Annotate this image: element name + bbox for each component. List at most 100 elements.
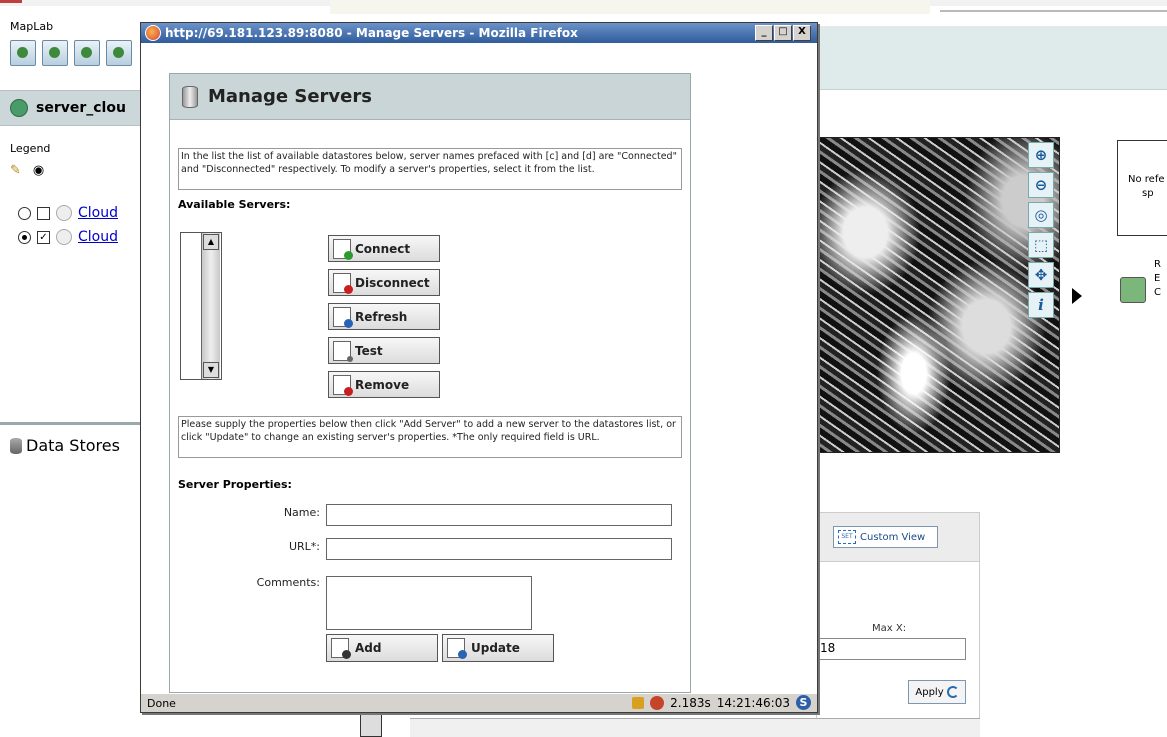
window-title: http://69.181.123.89:8080 - Manage Serve… <box>165 26 578 40</box>
update-label: Update <box>471 641 520 655</box>
disconnect-label: Disconnect <box>355 275 430 290</box>
name-label: Name: <box>283 506 320 519</box>
disconnect-icon <box>333 272 353 294</box>
zoom-out-icon[interactable]: ⊖ <box>1028 172 1054 198</box>
set-view-icon: SET <box>838 530 856 544</box>
side-text: R <box>1154 259 1161 270</box>
reference-layer-icon[interactable] <box>1120 277 1146 303</box>
pan-icon[interactable]: ✥ <box>1028 262 1054 288</box>
minimize-button[interactable]: _ <box>755 25 773 41</box>
lock-icon <box>632 696 645 709</box>
database-icon <box>10 437 22 454</box>
map-tools: ⊕ ⊖ ◎ ⬚ ✥ i <box>1028 142 1054 318</box>
pencil-icon[interactable]: ✎ <box>10 163 21 178</box>
layer-radio[interactable] <box>18 230 31 244</box>
database-icon <box>182 85 198 108</box>
apply-button[interactable]: Apply <box>908 680 966 704</box>
test-icon <box>333 340 353 362</box>
server-list-scrollbar[interactable]: ▲ ▼ <box>201 233 220 379</box>
tool-settings-icon[interactable] <box>106 40 132 66</box>
layer-radio[interactable] <box>18 206 31 220</box>
s-icon[interactable]: S <box>796 695 811 710</box>
firefox-icon <box>145 25 161 41</box>
legend-icons: ✎ ◉ <box>10 163 44 178</box>
refresh-button[interactable]: Refresh <box>328 303 440 330</box>
add-label: Add <box>355 641 382 655</box>
expand-arrow-icon[interactable] <box>1072 288 1082 304</box>
close-button[interactable]: X <box>793 25 811 41</box>
available-servers-label: Available Servers: <box>178 198 291 211</box>
refresh-icon <box>946 686 959 698</box>
layer-link[interactable]: Cloud <box>78 205 118 221</box>
status-bar: Done 2.183s 14:21:46:03 S <box>141 693 817 712</box>
connect-button[interactable]: Connect <box>328 235 440 262</box>
add-button[interactable]: Add <box>326 634 438 662</box>
remove-button[interactable]: Remove <box>328 371 440 398</box>
tool-edit-icon[interactable] <box>10 40 36 66</box>
scroll-up-icon[interactable]: ▲ <box>203 234 219 250</box>
reference-text: sp <box>1142 188 1154 199</box>
data-stores-header: Data Stores <box>10 436 120 455</box>
layer-checkbox[interactable] <box>37 206 50 220</box>
layer-link[interactable]: Cloud <box>78 229 118 245</box>
layer-row: Cloud <box>18 205 118 221</box>
page-title: Manage Servers <box>208 86 372 107</box>
eye-icon[interactable]: ◉ <box>33 163 44 178</box>
remove-icon <box>333 374 353 396</box>
load-time: 2.183s <box>670 695 711 710</box>
globe-icon <box>10 99 28 117</box>
page-content: Manage Servers In the list the list of a… <box>141 43 817 693</box>
zoom-in-icon[interactable]: ⊕ <box>1028 142 1054 168</box>
list-help-text: In the list the list of available datast… <box>178 148 682 190</box>
reference-side-text: R E C <box>1154 258 1161 300</box>
comments-field[interactable] <box>326 576 532 630</box>
data-stores-label: Data Stores <box>26 436 120 455</box>
popup-window: http://69.181.123.89:8080 - Manage Serve… <box>140 22 818 713</box>
refresh-label: Refresh <box>355 309 408 324</box>
max-x-input[interactable]: 18 <box>816 638 966 660</box>
manage-servers-panel: Manage Servers In the list the list of a… <box>169 73 691 693</box>
zoom-full-icon[interactable]: ◎ <box>1028 202 1054 228</box>
firebug-icon[interactable] <box>650 695 665 710</box>
layer-checkbox[interactable]: ✓ <box>37 230 50 244</box>
url-field[interactable] <box>326 538 672 560</box>
name-field[interactable] <box>326 504 672 526</box>
server-list[interactable]: ▲ ▼ <box>180 232 222 380</box>
window-titlebar[interactable]: http://69.181.123.89:8080 - Manage Serve… <box>141 23 817 43</box>
test-label: Test <box>355 343 383 358</box>
info-icon[interactable]: i <box>1028 292 1054 318</box>
app-title: MapLab <box>10 20 54 33</box>
layer-row: ✓ Cloud <box>18 229 118 245</box>
layer-icon <box>56 229 72 245</box>
connect-label: Connect <box>355 241 411 256</box>
remove-label: Remove <box>355 377 410 392</box>
clock: 14:21:46:03 <box>716 695 790 710</box>
custom-view-label: Custom View <box>860 531 926 543</box>
url-label: URL*: <box>288 540 320 553</box>
tool-search-icon[interactable] <box>74 40 100 66</box>
scroll-down-icon[interactable]: ▼ <box>203 362 219 378</box>
refresh-icon <box>333 306 353 328</box>
update-icon <box>447 638 467 659</box>
map-view[interactable] <box>816 137 1060 453</box>
tool-paint-icon[interactable] <box>42 40 68 66</box>
server-properties-label: Server Properties: <box>178 478 292 491</box>
apply-label: Apply <box>915 686 944 698</box>
panel-header: Manage Servers <box>170 74 690 120</box>
status-text: Done <box>147 696 176 710</box>
side-text: E <box>1154 273 1161 284</box>
maximize-button[interactable]: □ <box>774 25 792 41</box>
custom-view-button[interactable]: SET Custom View <box>833 526 938 548</box>
legend-label: Legend <box>10 142 51 155</box>
comments-label: Comments: <box>256 576 320 589</box>
disconnect-button[interactable]: Disconnect <box>328 269 440 296</box>
connect-icon <box>333 238 353 260</box>
bottom-bar <box>410 718 980 737</box>
update-button[interactable]: Update <box>442 634 554 662</box>
panel-divider <box>0 422 148 425</box>
top-strip <box>0 0 1167 14</box>
map-name-header: server_clou <box>0 90 148 126</box>
side-text: C <box>1154 287 1161 298</box>
test-button[interactable]: Test <box>328 337 440 364</box>
zoom-box-icon[interactable]: ⬚ <box>1028 232 1054 258</box>
